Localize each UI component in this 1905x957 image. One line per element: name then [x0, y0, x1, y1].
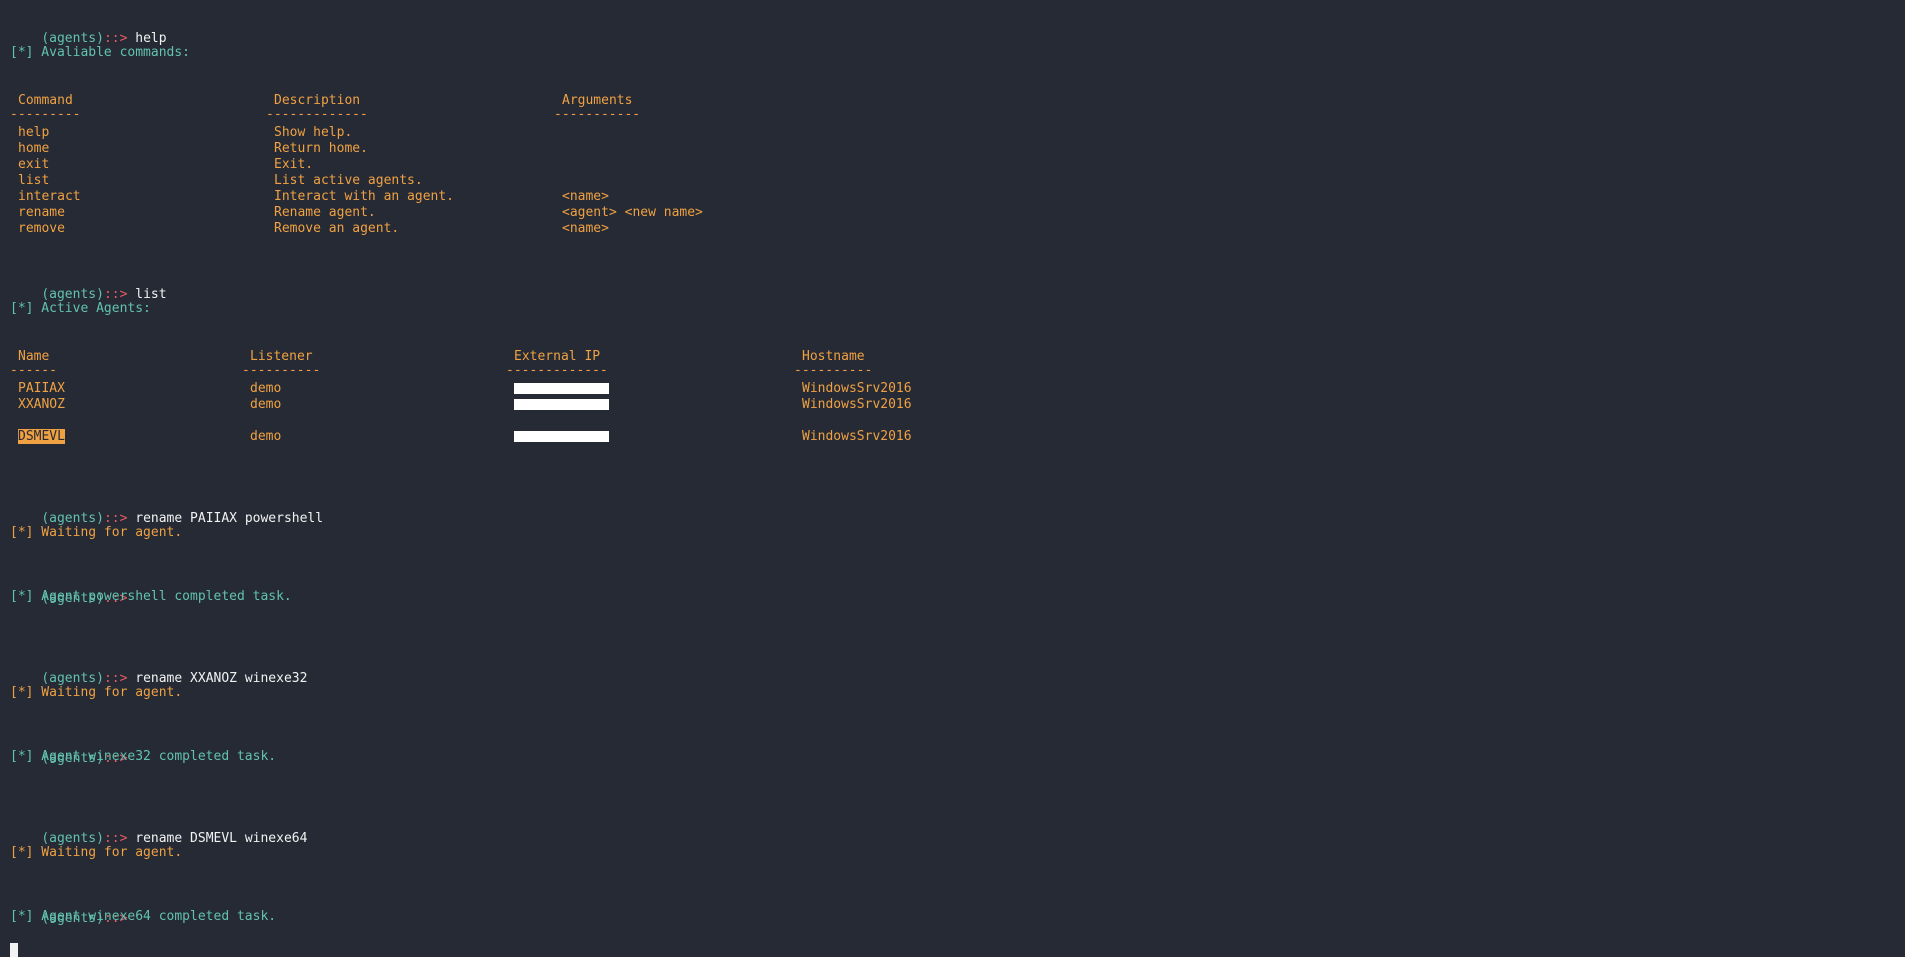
agents-dash-name: ------ — [10, 363, 57, 378]
completed-message: [*] Agent winexe32 completed task. — [10, 749, 277, 764]
agent-row-name-selected[interactable]: DSMEVL — [18, 428, 65, 446]
agent-row-listener: demo — [250, 429, 282, 444]
agent-row-ip-redacted — [514, 428, 609, 446]
completed-message: [*] Agent winexe64 completed task. — [10, 909, 277, 924]
text-cursor[interactable] — [10, 943, 18, 957]
help-row-command: remove — [18, 221, 65, 236]
help-dash-arguments: ----------- — [554, 107, 641, 122]
prompt-line-rename-2: (agents)::> rename XXANOZ winexe32 — [10, 652, 307, 686]
prompt-line-help: (agents)::> help — [10, 12, 166, 46]
agent-row-hostname: WindowsSrv2016 — [802, 397, 912, 412]
agents-dash-hostname: ---------- — [794, 363, 873, 378]
agent-row-hostname: WindowsSrv2016 — [802, 429, 912, 444]
waiting-message: [*] Waiting for agent. — [10, 525, 183, 540]
prompt-line-rename-3: (agents)::> rename DSMEVL winexe64 — [10, 812, 307, 846]
agent-row-listener: demo — [250, 397, 282, 412]
help-row-description: Remove an agent. — [274, 221, 400, 236]
agents-dash-listener: ---------- — [242, 363, 321, 378]
help-dash-command: --------- — [10, 107, 81, 122]
terminal-window[interactable]: (agents)::> help [*] Avaliable commands:… — [0, 0, 1905, 957]
waiting-message: [*] Waiting for agent. — [10, 685, 183, 700]
help-title: [*] Avaliable commands: — [10, 45, 191, 60]
waiting-message: [*] Waiting for agent. — [10, 845, 183, 860]
agents-title: [*] Active Agents: — [10, 301, 151, 316]
agent-row-name: XXANOZ — [18, 397, 65, 412]
agent-row-ip-redacted — [514, 396, 609, 414]
prompt-line-list: (agents)::> list — [10, 268, 166, 302]
help-dash-description: ------------- — [266, 107, 368, 122]
prompt-line-rename-1: (agents)::> rename PAIIAX powershell — [10, 492, 323, 526]
selected-text: DSMEVL — [18, 429, 65, 444]
completed-message: [*] Agent powershell completed task. — [10, 589, 292, 604]
help-row-arguments: <name> — [562, 221, 609, 236]
agents-dash-external-ip: ------------- — [506, 363, 608, 378]
